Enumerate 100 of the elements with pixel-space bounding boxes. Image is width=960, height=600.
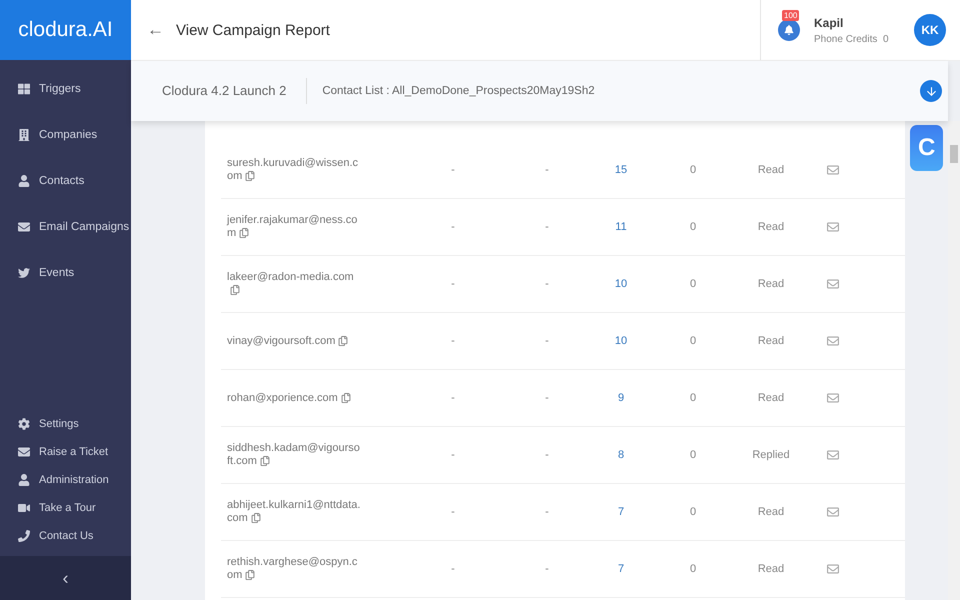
sidebar-item[interactable]: Settings bbox=[0, 414, 131, 434]
copy-icon[interactable] bbox=[260, 456, 270, 466]
status-cell-text: Read bbox=[756, 335, 786, 347]
count-link[interactable]: 10 bbox=[585, 278, 657, 290]
count-link[interactable]: 11 bbox=[585, 221, 657, 233]
phone-icon bbox=[18, 530, 30, 542]
user-icon bbox=[18, 474, 30, 486]
notification-button[interactable] bbox=[778, 19, 800, 41]
copy-icon[interactable] bbox=[245, 570, 256, 580]
bell-icon bbox=[784, 25, 794, 35]
copy-icon[interactable] bbox=[230, 285, 240, 296]
envelope-icon bbox=[18, 221, 30, 233]
envelope-icon[interactable] bbox=[827, 449, 839, 461]
download-icon bbox=[924, 84, 938, 98]
email-cell-text: jenifer.rajakumar@ness.com bbox=[226, 214, 358, 240]
envelope-icon[interactable] bbox=[827, 221, 839, 233]
logo: clodura.AI bbox=[0, 0, 131, 60]
sidebar-item[interactable]: Triggers bbox=[0, 79, 131, 99]
count-link[interactable]: 10 bbox=[585, 335, 657, 347]
copy-icon[interactable] bbox=[340, 392, 351, 403]
table-cell-text: - bbox=[544, 449, 550, 461]
envelope-icon[interactable] bbox=[827, 278, 839, 290]
back-button[interactable]: ← bbox=[147, 20, 164, 40]
copy-icon[interactable] bbox=[239, 228, 250, 238]
table-cell-text: - bbox=[450, 164, 456, 176]
table-cell-text: - bbox=[450, 278, 456, 290]
sidebar-item-label: Settings bbox=[39, 418, 79, 430]
sidebar-item-label: Raise a Ticket bbox=[39, 446, 108, 458]
email-cell: rohan@xporience.com bbox=[221, 392, 361, 404]
envelope-icon[interactable] bbox=[827, 506, 839, 518]
table-cell-text: 0 bbox=[688, 563, 698, 575]
table-cell-text: - bbox=[544, 278, 550, 290]
sidebar-item[interactable]: Events bbox=[0, 263, 131, 283]
status-cell-text: Read bbox=[756, 278, 786, 290]
sidebar-item-label: Companies bbox=[39, 129, 98, 141]
sidebar-item[interactable]: Email Campaigns bbox=[0, 217, 131, 237]
settings-icon bbox=[18, 418, 30, 430]
contact-list: Contact List : All_DemoDone_Prospects20May19Sh2 bbox=[322, 85, 595, 97]
table-cell-text: 0 bbox=[688, 164, 698, 176]
sidebar-item[interactable]: Companies bbox=[0, 125, 131, 145]
sidebar-item[interactable]: Contact Us bbox=[0, 526, 131, 546]
count-link[interactable]: 15 bbox=[585, 164, 657, 176]
sidebar-item-label: Triggers bbox=[39, 83, 81, 95]
count-link[interactable]: 8 bbox=[585, 449, 657, 461]
count-link[interactable]: 7 bbox=[585, 563, 657, 575]
table-cell-text: 0 bbox=[688, 506, 698, 518]
status-cell-text: Read bbox=[756, 392, 786, 404]
count-link[interactable]: 7 bbox=[585, 506, 657, 518]
video-camera-icon bbox=[18, 502, 30, 514]
sidebar-item[interactable]: Administration bbox=[0, 470, 131, 490]
collapse-button[interactable]: ‹ bbox=[0, 556, 131, 600]
sidebar-item[interactable]: Take a Tour bbox=[0, 498, 131, 518]
table-cell-text: - bbox=[544, 335, 550, 347]
email-cell: lakeer@radon-media.com bbox=[221, 271, 361, 297]
copy-icon[interactable] bbox=[338, 336, 348, 346]
sidebar-item-label: Contacts bbox=[39, 175, 84, 187]
page-title: View Campaign Report bbox=[176, 22, 330, 38]
table-cell-text: 0 bbox=[688, 278, 698, 290]
table-cell-text: - bbox=[544, 221, 550, 233]
campaign-name: Clodura 4.2 Launch 2 bbox=[131, 78, 308, 104]
email-cell-text: abhijeet.kulkarni1@nttdata.com bbox=[226, 499, 361, 525]
email-cell-text: rethish.varghese@ospyn.com bbox=[226, 556, 358, 582]
user-name: Kapil bbox=[814, 16, 844, 30]
table-cell-text: - bbox=[450, 335, 456, 347]
envelope-icon[interactable] bbox=[827, 563, 839, 575]
download-button[interactable] bbox=[920, 80, 942, 102]
email-cell-text: siddhesh.kadam@vigoursoft.com bbox=[226, 442, 361, 468]
table-cell-text: - bbox=[450, 449, 456, 461]
table-cell-text: - bbox=[544, 506, 550, 518]
status-cell-text: Replied bbox=[751, 449, 791, 461]
phone-credits: Phone Credits 0 bbox=[814, 34, 890, 44]
sidebar-item[interactable]: Raise a Ticket bbox=[0, 442, 131, 462]
sidebar-item-label: Administration bbox=[39, 474, 109, 486]
email-cell: vinay@vigoursoft.com bbox=[221, 334, 361, 348]
status-cell-text: Read bbox=[756, 221, 786, 233]
envelope-icon[interactable] bbox=[827, 335, 839, 347]
bird-icon bbox=[18, 267, 30, 279]
sidebar-item-label: Events bbox=[39, 267, 74, 279]
table-cell-text: - bbox=[544, 164, 550, 176]
table-cell-text: - bbox=[450, 392, 456, 404]
table-cell-text: 0 bbox=[688, 392, 698, 404]
envelope-icon[interactable] bbox=[827, 392, 839, 404]
email-cell-text: suresh.kuruvadi@wissen.com bbox=[226, 157, 359, 183]
scrollbar-thumb[interactable] bbox=[950, 145, 958, 163]
copy-icon[interactable] bbox=[250, 513, 261, 524]
status-cell-text: Read bbox=[756, 563, 786, 575]
count-link[interactable]: 9 bbox=[585, 392, 657, 404]
table-cell-text: 0 bbox=[688, 449, 698, 461]
sidebar-item[interactable]: Contacts bbox=[0, 171, 131, 191]
sidebar-item-label: Contact Us bbox=[39, 530, 94, 542]
table-cell-text: - bbox=[450, 221, 456, 233]
status-cell-text: Read bbox=[756, 164, 786, 176]
sidebar-item-label: Take a Tour bbox=[39, 502, 96, 514]
user-icon bbox=[18, 175, 30, 187]
notification-count: 100 bbox=[782, 10, 800, 21]
copy-icon[interactable] bbox=[245, 171, 256, 182]
avatar[interactable]: KK bbox=[914, 14, 946, 46]
table-cell-text: 0 bbox=[688, 335, 698, 347]
envelope-icon[interactable] bbox=[827, 164, 839, 176]
sidebar-item-label: Email Campaigns bbox=[39, 221, 130, 233]
